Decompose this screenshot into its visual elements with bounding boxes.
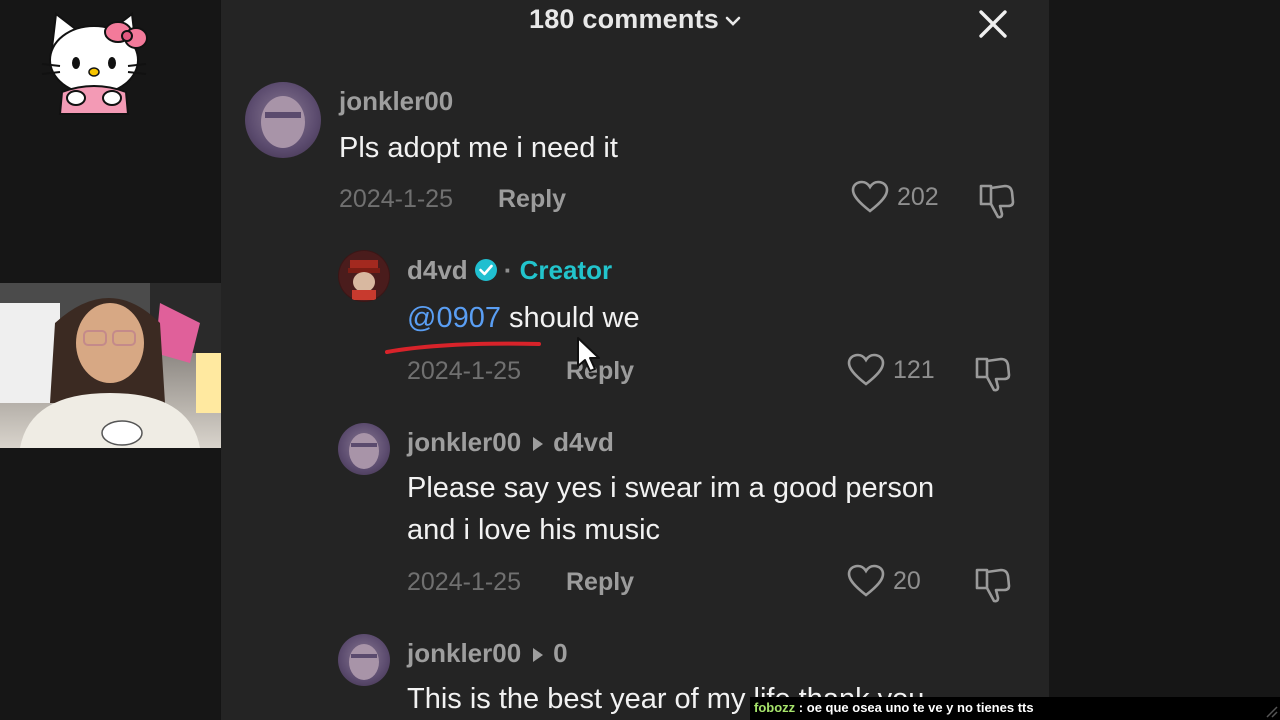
dislike-icon[interactable]: [977, 180, 1017, 220]
comment-username[interactable]: jonkler00: [407, 638, 521, 668]
reply-button[interactable]: Reply: [498, 185, 566, 214]
comments-count: 180 comments: [529, 4, 719, 34]
comment-username[interactable]: d4vd: [407, 255, 468, 285]
like-button[interactable]: 20: [847, 564, 921, 598]
reply-to-username[interactable]: 0: [553, 638, 567, 668]
stream-screen: 180 comments jonkler00 Pls adopt me i ne…: [0, 0, 1280, 720]
avatar-image: [349, 644, 379, 680]
comment-text-row: @0907 should we: [407, 302, 640, 335]
comment-text: Please say yes i swear im a good person: [407, 472, 935, 504]
like-count: 121: [893, 355, 935, 384]
hello-kitty-sticker: [41, 12, 148, 115]
comment-username[interactable]: jonkler00: [407, 427, 521, 457]
dislike-icon[interactable]: [973, 564, 1013, 604]
reply-arrow-icon: [533, 648, 544, 663]
comments-header[interactable]: 180 comments: [221, 4, 1049, 35]
red-underline-annotation: [385, 341, 541, 354]
comment-username-row: d4vd · Creator: [407, 255, 612, 286]
chat-message-overlay: fobozz : oe que osea uno te ve y no tien…: [750, 697, 1280, 720]
comment-text: and i love his music: [407, 514, 661, 546]
comment-text: Pls adopt me i need it: [339, 132, 618, 164]
chat-separator: :: [798, 700, 804, 715]
heart-icon: [851, 180, 889, 213]
comment-username[interactable]: jonkler00: [339, 86, 453, 117]
close-icon[interactable]: [977, 8, 1009, 40]
heart-icon: [847, 353, 885, 386]
comment-date: 2024-1-25: [407, 357, 521, 385]
heart-icon: [847, 564, 885, 597]
reply-button[interactable]: Reply: [566, 568, 634, 597]
webcam-feed: [0, 283, 221, 448]
avatar[interactable]: [338, 423, 390, 475]
resize-grip-icon[interactable]: [1264, 704, 1278, 718]
comment-username-row: jonkler00 d4vd: [407, 427, 614, 458]
verified-badge-icon: [474, 259, 497, 281]
comments-panel: 180 comments jonkler00 Pls adopt me i ne…: [221, 0, 1049, 720]
chat-message-text: oe que osea uno te ve y no tienes tts: [806, 700, 1034, 715]
dislike-icon[interactable]: [973, 353, 1013, 393]
like-button[interactable]: 202: [851, 180, 939, 214]
like-count: 202: [897, 182, 939, 211]
avatar-image: [339, 251, 389, 301]
mouse-cursor-icon: [577, 337, 600, 372]
webcam-image: [0, 283, 221, 448]
reply-arrow-icon: [533, 437, 544, 452]
avatar-image: [261, 96, 305, 148]
avatar[interactable]: [245, 82, 321, 158]
comment-username-row: jonkler00 0: [407, 638, 568, 669]
like-count: 20: [893, 566, 921, 595]
comment-text: should we: [509, 302, 640, 334]
creator-badge: Creator: [519, 255, 613, 285]
comment-date: 2024-1-25: [339, 185, 453, 213]
avatar[interactable]: [338, 250, 390, 302]
avatar[interactable]: [338, 634, 390, 686]
chat-username: fobozz: [754, 700, 796, 715]
mention-link[interactable]: @0907: [407, 302, 501, 334]
username-separator: ·: [503, 255, 513, 285]
right-overlay: [1049, 0, 1280, 720]
avatar-image: [349, 433, 379, 469]
chevron-down-icon: [725, 16, 741, 26]
left-overlay: [0, 0, 221, 720]
like-button[interactable]: 121: [847, 353, 935, 387]
reply-to-username[interactable]: d4vd: [553, 427, 614, 457]
comment-date: 2024-1-25: [407, 568, 521, 596]
